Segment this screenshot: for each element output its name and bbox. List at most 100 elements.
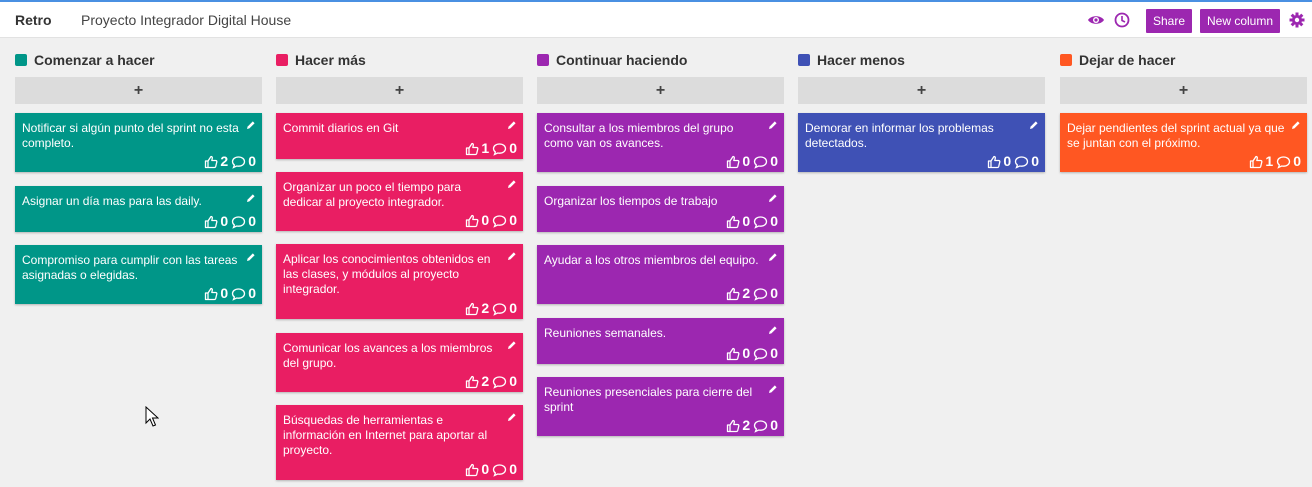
- share-button[interactable]: Share: [1146, 9, 1193, 33]
- retro-card[interactable]: Ayudar a los otros miembros del equipo. 2…: [537, 245, 784, 304]
- comment-icon[interactable]: [492, 214, 507, 228]
- comments-count: 0: [509, 461, 517, 477]
- add-card-button[interactable]: +: [798, 77, 1045, 104]
- pencil-icon[interactable]: [246, 192, 256, 202]
- pencil-icon[interactable]: [507, 178, 517, 188]
- board-title[interactable]: Proyecto Integrador Digital House: [81, 12, 291, 28]
- pencil-icon[interactable]: [246, 119, 256, 129]
- eye-icon[interactable]: [1087, 11, 1105, 29]
- thumbs-up-icon[interactable]: [726, 419, 740, 433]
- card-text: Organizar los tiempos de trabajo: [544, 194, 718, 208]
- retro-card[interactable]: Búsquedas de herramientas e información …: [276, 405, 523, 480]
- thumbs-up-icon[interactable]: [726, 347, 740, 361]
- card-stats: 20: [726, 286, 778, 301]
- thumbs-up-icon[interactable]: [987, 155, 1001, 169]
- clock-icon[interactable]: [1113, 11, 1131, 29]
- add-card-button[interactable]: +: [537, 77, 784, 104]
- comments-count: 0: [248, 213, 256, 229]
- add-card-button[interactable]: +: [276, 77, 523, 104]
- retro-card[interactable]: Reuniones semanales. 0 0: [537, 318, 784, 364]
- likes-count: 0: [742, 345, 751, 361]
- pencil-icon[interactable]: [768, 324, 778, 334]
- retro-card[interactable]: Dejar pendientes del sprint actual ya qu…: [1060, 113, 1307, 172]
- comment-icon[interactable]: [1276, 155, 1291, 169]
- pencil-icon[interactable]: [1291, 119, 1301, 129]
- column-color-dot: [537, 54, 549, 66]
- comments-count: 0: [248, 153, 256, 169]
- retro-card[interactable]: Comunicar los avances a los miembros del…: [276, 333, 523, 392]
- comment-icon[interactable]: [753, 347, 768, 361]
- column-title[interactable]: Continuar haciendo: [556, 52, 687, 68]
- pencil-icon[interactable]: [507, 339, 517, 349]
- pencil-icon[interactable]: [1029, 119, 1039, 129]
- card-text: Aplicar los conocimientos obtenidos en l…: [283, 252, 491, 296]
- pencil-icon[interactable]: [768, 251, 778, 261]
- retro-card[interactable]: Demorar en informar los problemas detect…: [798, 113, 1045, 172]
- pencil-icon[interactable]: [507, 119, 517, 129]
- column-color-dot: [15, 54, 27, 66]
- likes-count: 1: [1265, 153, 1274, 169]
- card-stats: 10: [465, 141, 517, 156]
- thumbs-up-icon[interactable]: [465, 142, 479, 156]
- add-card-button[interactable]: +: [1060, 77, 1307, 104]
- pencil-icon[interactable]: [768, 383, 778, 393]
- pencil-icon[interactable]: [507, 250, 517, 260]
- app-brand[interactable]: Retro: [15, 12, 52, 28]
- comment-icon[interactable]: [231, 155, 246, 169]
- thumbs-up-icon[interactable]: [726, 215, 740, 229]
- column-title[interactable]: Hacer menos: [817, 52, 905, 68]
- pencil-icon[interactable]: [768, 119, 778, 129]
- column-title[interactable]: Comenzar a hacer: [34, 52, 155, 68]
- add-card-button[interactable]: +: [15, 77, 262, 104]
- column-title[interactable]: Dejar de hacer: [1079, 52, 1176, 68]
- likes-count: 0: [481, 461, 490, 477]
- thumbs-up-icon[interactable]: [204, 155, 218, 169]
- thumbs-up-icon[interactable]: [204, 287, 218, 301]
- comment-icon[interactable]: [492, 302, 507, 316]
- comment-icon[interactable]: [1014, 155, 1029, 169]
- comment-icon[interactable]: [492, 463, 507, 477]
- gear-icon[interactable]: [1288, 11, 1306, 29]
- retro-card[interactable]: Reuniones presenciales para cierre del s…: [537, 377, 784, 436]
- comment-icon[interactable]: [753, 419, 768, 433]
- card-text: Reuniones semanales.: [544, 326, 667, 340]
- thumbs-up-icon[interactable]: [726, 287, 740, 301]
- pencil-icon[interactable]: [768, 192, 778, 202]
- retro-card[interactable]: Consultar a los miembros del grupo como …: [537, 113, 784, 172]
- card-text: Consultar a los miembros del grupo como …: [544, 121, 734, 150]
- likes-count: 0: [220, 213, 229, 229]
- thumbs-up-icon[interactable]: [204, 215, 218, 229]
- mouse-cursor-icon: [145, 406, 159, 427]
- retro-card[interactable]: Aplicar los conocimientos obtenidos en l…: [276, 244, 523, 319]
- card-stats: 00: [204, 214, 256, 229]
- card-text: Asignar un día mas para las daily.: [22, 194, 202, 208]
- top-bar: Retro Proyecto Integrador Digital House …: [0, 0, 1312, 38]
- column-title[interactable]: Hacer más: [295, 52, 366, 68]
- comment-icon[interactable]: [492, 142, 507, 156]
- retro-card[interactable]: Compromiso para cumplir con las tareas a…: [15, 245, 262, 304]
- thumbs-up-icon[interactable]: [465, 302, 479, 316]
- thumbs-up-icon[interactable]: [1249, 155, 1263, 169]
- pencil-icon[interactable]: [246, 251, 256, 261]
- new-column-button[interactable]: New column: [1200, 9, 1281, 33]
- comment-icon[interactable]: [231, 215, 246, 229]
- retro-card[interactable]: Organizar un poco el tiempo para dedicar…: [276, 172, 523, 231]
- comment-icon[interactable]: [231, 287, 246, 301]
- retro-card[interactable]: Notificar si algún punto del sprint no e…: [15, 113, 262, 172]
- retro-card[interactable]: Commit diarios en Git 1 0: [276, 113, 523, 159]
- comment-icon[interactable]: [753, 287, 768, 301]
- comments-count: 0: [509, 373, 517, 389]
- thumbs-up-icon[interactable]: [726, 155, 740, 169]
- pencil-icon[interactable]: [507, 411, 517, 421]
- retro-card[interactable]: Organizar los tiempos de trabajo 0 0: [537, 186, 784, 232]
- comment-icon[interactable]: [492, 375, 507, 389]
- thumbs-up-icon[interactable]: [465, 375, 479, 389]
- comment-icon[interactable]: [753, 215, 768, 229]
- thumbs-up-icon[interactable]: [465, 463, 479, 477]
- card-stats: 00: [726, 214, 778, 229]
- retro-card[interactable]: Asignar un día mas para las daily. 0 0: [15, 186, 262, 232]
- likes-count: 2: [481, 373, 490, 389]
- thumbs-up-icon[interactable]: [465, 214, 479, 228]
- column-hacer-menos: Hacer menos +: [798, 50, 1045, 104]
- comment-icon[interactable]: [753, 155, 768, 169]
